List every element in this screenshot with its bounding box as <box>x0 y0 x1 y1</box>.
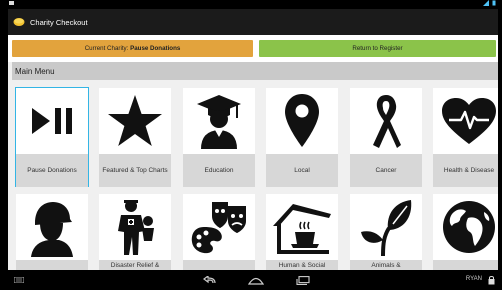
tile-health-disease[interactable]: Health & Disease <box>433 88 498 187</box>
soldier-icon <box>31 202 73 257</box>
device-screen: Charity Checkout Current Charity: Pause … <box>8 0 498 290</box>
return-to-register-button[interactable]: Return to Register <box>259 40 496 57</box>
notification-icon <box>9 1 14 5</box>
action-bar: Charity Checkout <box>8 9 498 35</box>
shelter-icon <box>273 204 331 254</box>
charity-category-grid: Pause Donations Featured & Top Charts Ed… <box>12 86 498 274</box>
tile-human-social[interactable]: Human & Social <box>266 194 338 274</box>
main-menu-header: Main Menu <box>12 62 498 80</box>
current-charity-prefix: Current Charity: <box>84 45 131 52</box>
tile-education[interactable]: Education <box>183 88 255 187</box>
current-charity-value: Pause Donations <box>130 45 181 52</box>
status-bar <box>8 0 498 9</box>
tile-cancer[interactable]: Cancer <box>350 88 422 187</box>
tile-label: Featured & Top Charts <box>99 154 171 187</box>
back-icon[interactable] <box>203 276 217 285</box>
navigation-bar: RYAN <box>8 270 498 290</box>
plant-icon <box>361 200 412 256</box>
app-logo-icon[interactable] <box>13 16 25 28</box>
arts-icon <box>191 202 246 254</box>
tile-arts[interactable] <box>183 194 255 274</box>
tile-featured-top-charts[interactable]: Featured & Top Charts <box>99 88 171 187</box>
recent-apps-icon[interactable] <box>296 276 310 285</box>
heart-pulse-icon <box>442 98 496 144</box>
current-user-label: RYAN <box>465 276 482 282</box>
keyboard-icon[interactable] <box>14 277 24 283</box>
rescue-worker-icon <box>118 200 154 255</box>
map-pin-icon <box>285 94 319 147</box>
ribbon-icon <box>373 95 401 148</box>
home-icon[interactable] <box>248 276 264 285</box>
tile-international[interactable] <box>433 194 498 274</box>
lock-icon[interactable] <box>488 275 495 285</box>
tile-veterans[interactable] <box>16 194 88 274</box>
tile-label: Education <box>183 154 255 187</box>
main-menu-title: Main Menu <box>15 66 55 76</box>
battery-icon <box>492 0 496 6</box>
tile-disaster-relief[interactable]: Disaster Relief & <box>99 194 171 274</box>
button-row: Current Charity: Pause Donations Return … <box>8 35 498 62</box>
app-title: Charity Checkout <box>30 17 88 27</box>
graduate-icon <box>197 95 241 149</box>
tile-label: Pause Donations <box>16 154 88 187</box>
star-icon <box>108 95 162 146</box>
current-charity-button[interactable]: Current Charity: Pause Donations <box>12 40 253 57</box>
tile-label: Local <box>266 154 338 187</box>
globe-icon <box>443 201 495 253</box>
wifi-icon <box>483 0 489 6</box>
tile-pause-donations[interactable]: Pause Donations <box>15 87 89 187</box>
play-pause-icon <box>32 108 72 134</box>
tile-animals[interactable]: Animals & <box>350 194 422 274</box>
tile-label: Health & Disease <box>433 154 498 187</box>
tile-local[interactable]: Local <box>266 88 338 187</box>
status-icons <box>483 0 496 6</box>
tile-label: Cancer <box>350 154 422 187</box>
